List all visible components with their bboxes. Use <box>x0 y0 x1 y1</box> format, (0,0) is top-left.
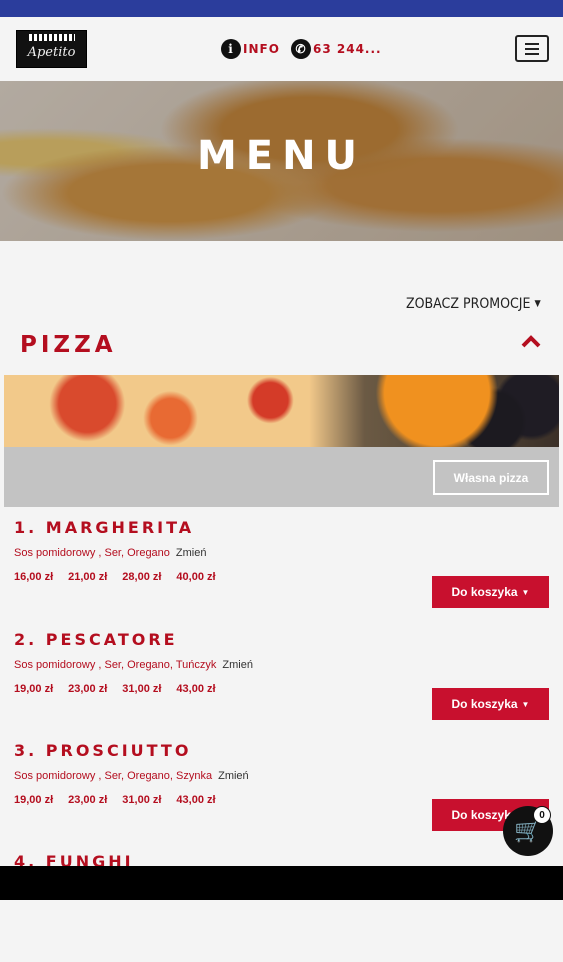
caret-down-icon: ▼ <box>521 587 530 597</box>
logo-text: Apetito <box>27 45 76 60</box>
price[interactable]: 16,00 zł <box>14 571 53 583</box>
caret-down-icon: ▼ <box>521 699 530 709</box>
change-link[interactable]: Zmień <box>222 659 253 671</box>
item-prices: 19,00 zł 23,00 zł 31,00 zł 43,00 zł <box>14 683 216 695</box>
price[interactable]: 21,00 zł <box>68 571 107 583</box>
price[interactable]: 23,00 zł <box>68 794 107 806</box>
phone-label: 63 244... <box>313 42 382 56</box>
system-nav-bar <box>0 866 563 900</box>
change-link[interactable]: Zmień <box>218 770 249 782</box>
promo-label: ZOBACZ PROMOCJE <box>406 296 531 312</box>
hamburger-menu-icon[interactable] <box>515 35 549 62</box>
price[interactable]: 43,00 zł <box>176 683 215 695</box>
promo-dropdown[interactable]: ZOBACZ PROMOCJE ▼ <box>406 296 541 312</box>
change-link[interactable]: Zmień <box>176 547 207 559</box>
add-to-cart-button[interactable]: Do koszyka▼ <box>432 688 549 720</box>
logo[interactable]: Apetito <box>16 30 87 68</box>
phone-link[interactable]: ✆ 63 244... <box>291 39 382 59</box>
price[interactable]: 19,00 zł <box>14 794 53 806</box>
add-to-cart-button[interactable]: Do koszyka▼ <box>432 576 549 608</box>
item-ingredients: Sos pomidorowy , Ser, Oregano, Szynka Zmi… <box>14 770 249 782</box>
own-pizza-button[interactable]: Własna pizza <box>433 460 549 495</box>
caret-down-icon: ▼ <box>534 299 541 309</box>
site-header: Apetito i INFO ✆ 63 244... <box>0 17 563 81</box>
category-title: PIZZA <box>20 332 117 358</box>
hero-banner: MENU <box>0 81 563 241</box>
info-link[interactable]: i INFO <box>221 39 280 59</box>
info-label: INFO <box>243 42 280 56</box>
chevron-up-icon[interactable] <box>521 333 541 349</box>
item-name: 2. PESCATORE <box>14 630 178 649</box>
status-bar <box>0 0 563 17</box>
item-name: 3. PROSCIUTTO <box>14 741 192 760</box>
price[interactable]: 23,00 zł <box>68 683 107 695</box>
category-image <box>4 375 559 447</box>
piano-keys-icon <box>29 34 75 41</box>
price[interactable]: 40,00 zł <box>176 571 215 583</box>
cart-count-badge: 0 <box>533 806 551 824</box>
phone-icon: ✆ <box>291 39 311 59</box>
price[interactable]: 43,00 zł <box>176 794 215 806</box>
menu-item: 3. PROSCIUTTO Sos pomidorowy , Ser, Oreg… <box>0 741 563 851</box>
menu-item: 1. MARGHERITA Sos pomidorowy , Ser, Oreg… <box>0 518 563 628</box>
price[interactable]: 19,00 zł <box>14 683 53 695</box>
price[interactable]: 28,00 zł <box>122 571 161 583</box>
item-ingredients: Sos pomidorowy , Ser, Oregano, Tuńczyk Zm… <box>14 659 253 671</box>
info-icon: i <box>221 39 241 59</box>
item-prices: 19,00 zł 23,00 zł 31,00 zł 43,00 zł <box>14 794 216 806</box>
category-toolbar: Własna pizza <box>4 447 559 507</box>
price[interactable]: 31,00 zł <box>122 683 161 695</box>
item-ingredients: Sos pomidorowy , Ser, Oregano Zmień <box>14 547 207 559</box>
price[interactable]: 31,00 zł <box>122 794 161 806</box>
item-prices: 16,00 zł 21,00 zł 28,00 zł 40,00 zł <box>14 571 216 583</box>
page-title: MENU <box>196 133 367 179</box>
item-name: 1. MARGHERITA <box>14 518 195 537</box>
menu-item: 2. PESCATORE Sos pomidorowy , Ser, Orega… <box>0 630 563 740</box>
